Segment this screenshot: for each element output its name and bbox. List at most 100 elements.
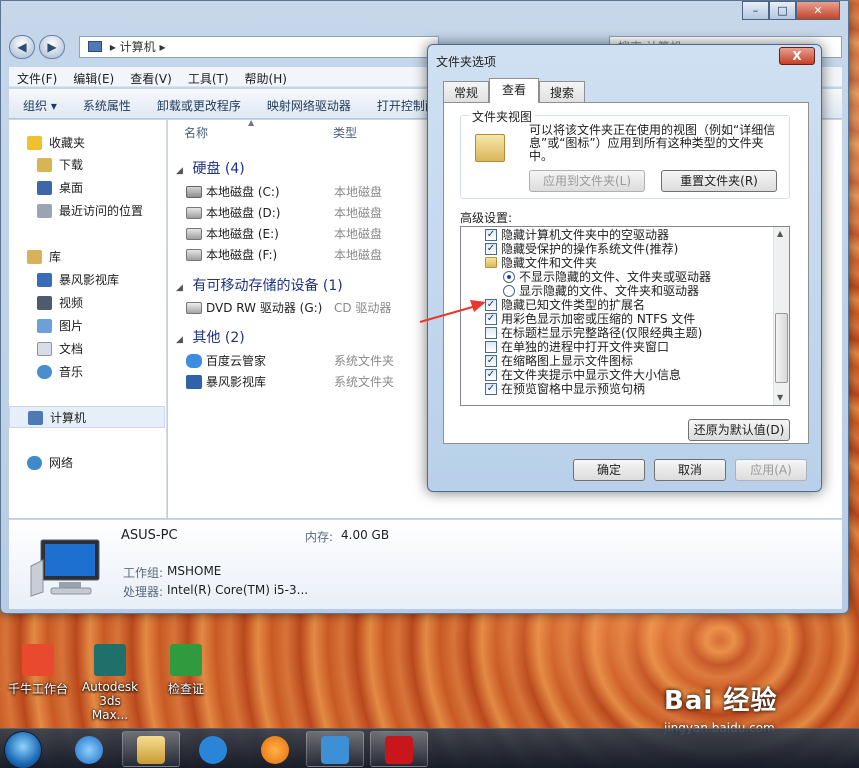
list-item[interactable]: 暴风影视库 系统文件夹 bbox=[186, 372, 426, 392]
tab-general[interactable]: 常规 bbox=[443, 81, 489, 102]
drive-row[interactable]: 本地磁盘 (E:) 本地磁盘 bbox=[186, 224, 426, 244]
menu-edit[interactable]: 编辑(E) bbox=[65, 67, 122, 86]
desktop-icon-3ds-max[interactable]: Autodesk 3ds Max... bbox=[72, 640, 148, 722]
start-button[interactable] bbox=[4, 731, 42, 768]
drive-row[interactable]: DVD RW 驱动器 (G:) CD 驱动器 bbox=[186, 298, 426, 318]
maximize-button[interactable]: □ bbox=[769, 1, 796, 20]
checkbox[interactable]: ✓ bbox=[485, 383, 497, 395]
sidebar-item-libraries[interactable]: 库 bbox=[9, 246, 165, 268]
computer-name: ASUS-PC bbox=[121, 528, 178, 543]
setting-item[interactable]: ✓ 用彩色显示加密或压缩的 NTFS 文件 bbox=[461, 312, 771, 326]
desktop-icon-jianchazheng[interactable]: 检查证 bbox=[148, 640, 224, 697]
minimize-button[interactable]: – bbox=[742, 1, 769, 20]
dialog-close-button[interactable]: X bbox=[779, 47, 815, 65]
document-icon bbox=[37, 342, 52, 356]
sidebar-item-videos[interactable]: 视频 bbox=[9, 292, 165, 314]
picture-icon bbox=[37, 319, 52, 333]
window-caption-buttons: – □ ✕ bbox=[742, 1, 840, 20]
sidebar-item-pictures[interactable]: 图片 bbox=[9, 315, 165, 337]
apply-to-folders-button[interactable]: 应用到文件夹(L) bbox=[529, 170, 645, 192]
uninstall-program-button[interactable]: 卸载或更改程序 bbox=[143, 89, 253, 118]
sidebar-item-downloads[interactable]: 下载 bbox=[9, 154, 165, 176]
taskbar bbox=[0, 728, 859, 768]
organize-button[interactable]: 组织 ▾ bbox=[9, 89, 69, 118]
drive-row[interactable]: 本地磁盘 (D:) 本地磁盘 bbox=[186, 203, 426, 223]
setting-item[interactable]: 在单独的进程中打开文件夹窗口 bbox=[461, 340, 771, 354]
cancel-button[interactable]: 取消 bbox=[654, 459, 726, 481]
menu-view[interactable]: 查看(V) bbox=[122, 67, 180, 86]
group-header-hard-disks[interactable]: ◢ 硬盘 (4) bbox=[176, 158, 436, 178]
setting-item[interactable]: 显示隐藏的文件、文件夹和驱动器 bbox=[461, 284, 771, 298]
column-header-name[interactable]: 名称 bbox=[184, 124, 208, 141]
checkbox[interactable]: ✓ bbox=[485, 355, 497, 367]
setting-item[interactable]: 不显示隐藏的文件、文件夹或驱动器 bbox=[461, 270, 771, 284]
checkbox[interactable]: ✓ bbox=[485, 313, 497, 325]
checkbox[interactable]: ✓ bbox=[485, 299, 497, 311]
column-header-type[interactable]: 类型 bbox=[333, 124, 357, 141]
sidebar-item-favorites[interactable]: 收藏夹 bbox=[9, 132, 165, 154]
drive-row[interactable]: 本地磁盘 (F:) 本地磁盘 bbox=[186, 245, 426, 265]
checkbox[interactable]: ✓ bbox=[485, 229, 497, 241]
sidebar-item-storm-library[interactable]: 暴风影视库 bbox=[9, 269, 165, 291]
map-network-drive-button[interactable]: 映射网络驱动器 bbox=[253, 89, 363, 118]
scroll-thumb[interactable] bbox=[775, 313, 788, 383]
taskbar-flash[interactable] bbox=[370, 731, 428, 767]
setting-item[interactable]: ✓ 在文件夹提示中显示文件大小信息 bbox=[461, 368, 771, 382]
sidebar-item-recent-places[interactable]: 最近访问的位置 bbox=[9, 200, 165, 222]
address-bar[interactable]: ▸ 计算机 ▸ bbox=[79, 36, 439, 58]
scroll-down-icon[interactable]: ▼ bbox=[777, 393, 783, 402]
qianniu-app-icon bbox=[22, 644, 54, 676]
taskbar-ie[interactable] bbox=[60, 731, 118, 767]
setting-item[interactable]: ✓ 在缩略图上显示文件图标 bbox=[461, 354, 771, 368]
restore-defaults-button[interactable]: 还原为默认值(D) bbox=[688, 419, 790, 441]
settings-scrollbar[interactable]: ▲ ▼ bbox=[773, 227, 789, 405]
checkbox[interactable]: ✓ bbox=[485, 369, 497, 381]
taskbar-sogou[interactable] bbox=[184, 731, 242, 767]
system-drive-icon bbox=[186, 186, 202, 198]
checkbox[interactable] bbox=[485, 341, 497, 353]
back-button[interactable]: ◀ bbox=[9, 35, 35, 59]
checkbox[interactable] bbox=[485, 327, 497, 339]
cpu-value: Intel(R) Core(TM) i5-3... bbox=[167, 583, 309, 597]
memory-label: 内存: bbox=[305, 530, 334, 544]
sidebar-item-music[interactable]: 音乐 bbox=[9, 361, 165, 383]
setting-item-hide-extensions[interactable]: ✓ 隐藏已知文件类型的扩展名 bbox=[461, 298, 771, 312]
group-header-removable[interactable]: ◢ 有可移动存储的设备 (1) bbox=[176, 275, 436, 295]
taskbar-mobile-app[interactable] bbox=[306, 731, 364, 767]
monitor-icon bbox=[30, 539, 100, 597]
radio-button[interactable] bbox=[503, 285, 515, 297]
taskbar-orange-app[interactable] bbox=[246, 731, 304, 767]
setting-item[interactable]: 在标题栏显示完整路径(仅限经典主题) bbox=[461, 326, 771, 340]
taskbar-explorer[interactable] bbox=[122, 731, 180, 767]
checkbox[interactable]: ✓ bbox=[485, 243, 497, 255]
cpu-label: 处理器: bbox=[123, 585, 164, 599]
apply-button[interactable]: 应用(A) bbox=[735, 459, 807, 481]
sidebar-item-documents[interactable]: 文档 bbox=[9, 338, 165, 360]
group-header-other[interactable]: ◢ 其他 (2) bbox=[176, 327, 436, 347]
setting-item[interactable]: ✓ 隐藏受保护的操作系统文件(推荐) bbox=[461, 242, 771, 256]
sidebar-item-network[interactable]: 网络 bbox=[9, 452, 165, 474]
menu-tools[interactable]: 工具(T) bbox=[180, 67, 237, 86]
tab-search[interactable]: 搜索 bbox=[539, 81, 585, 102]
sidebar-item-computer[interactable]: 计算机 bbox=[9, 406, 165, 428]
menu-file[interactable]: 文件(F) bbox=[9, 67, 65, 86]
drive-row[interactable]: 本地磁盘 (C:) 本地磁盘 bbox=[186, 182, 426, 202]
system-properties-button[interactable]: 系统属性 bbox=[69, 89, 143, 118]
forward-button[interactable]: ▶ bbox=[39, 35, 65, 59]
advanced-settings-list[interactable]: ✓ 隐藏计算机文件夹中的空驱动器 ✓ 隐藏受保护的操作系统文件(推荐) 隐藏文件… bbox=[460, 226, 790, 406]
reset-folders-button[interactable]: 重置文件夹(R) bbox=[661, 170, 777, 192]
menu-help[interactable]: 帮助(H) bbox=[237, 67, 295, 86]
hard-drive-icon bbox=[186, 249, 202, 261]
tab-view[interactable]: 查看 bbox=[489, 78, 539, 103]
orange-app-icon bbox=[261, 736, 289, 764]
setting-item[interactable]: ✓ 隐藏计算机文件夹中的空驱动器 bbox=[461, 228, 771, 242]
sort-arrow-icon: ▲ bbox=[248, 118, 255, 127]
desktop-icon-qianniu[interactable]: 千牛工作台 bbox=[0, 640, 76, 697]
ok-button[interactable]: 确定 bbox=[573, 459, 645, 481]
scroll-up-icon[interactable]: ▲ bbox=[777, 229, 783, 238]
list-item[interactable]: 百度云管家 系统文件夹 bbox=[186, 351, 426, 371]
radio-button[interactable] bbox=[503, 271, 515, 283]
close-button[interactable]: ✕ bbox=[796, 1, 840, 20]
sidebar-item-desktop[interactable]: 桌面 bbox=[9, 177, 165, 199]
setting-item[interactable]: ✓ 在预览窗格中显示预览句柄 bbox=[461, 382, 771, 396]
